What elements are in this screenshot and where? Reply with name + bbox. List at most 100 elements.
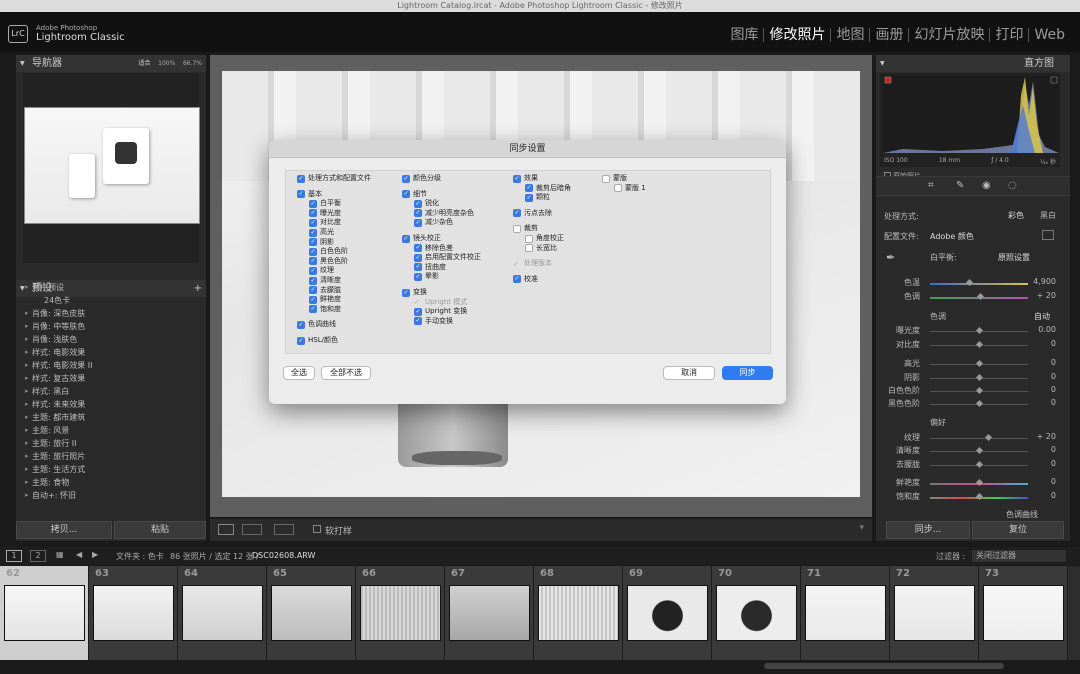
sync-option-col3-8[interactable]: ✓ 校准: [513, 275, 538, 284]
sync-option-col3-3[interactable]: ✓ 污点去除: [513, 209, 552, 218]
sync-option-col1-7[interactable]: ✓ 白色色阶: [309, 247, 348, 256]
slider-knob[interactable]: [975, 386, 983, 395]
checkbox-icon[interactable]: ✓: [309, 247, 317, 256]
filmstrip-cell[interactable]: 70: [712, 566, 801, 660]
filmstrip-cell[interactable]: 71: [801, 566, 890, 660]
slider-row[interactable]: 去朦胧 0: [876, 459, 1066, 472]
checkbox-icon[interactable]: [525, 244, 533, 253]
slider-knob[interactable]: [975, 373, 983, 382]
filmstrip-cell[interactable]: 66: [356, 566, 445, 660]
filmstrip-cell[interactable]: 69: [623, 566, 712, 660]
preset-item[interactable]: 主题: 食物: [16, 476, 206, 489]
preset-item[interactable]: 肖像: 中等肤色: [16, 320, 206, 333]
filmstrip-cell[interactable]: 73: [979, 566, 1068, 660]
filmstrip-cell[interactable]: 68: [534, 566, 623, 660]
slider-knob[interactable]: [975, 399, 983, 408]
sync-option-col2-4[interactable]: ✓ 减少杂色: [414, 218, 453, 227]
checkbox-icon[interactable]: ✓: [414, 244, 422, 253]
filmstrip-cell[interactable]: 72: [890, 566, 979, 660]
filter-dropdown[interactable]: 关闭过滤器: [972, 550, 1066, 562]
preset-item[interactable]: 24色卡: [16, 294, 206, 307]
module-tab-6[interactable]: Web: [1029, 28, 1070, 42]
filmstrip-thumbnail[interactable]: [4, 585, 85, 641]
sync-option-col2-5[interactable]: ✓ 镜头校正: [402, 234, 441, 243]
checkbox-icon[interactable]: ✓: [525, 184, 533, 193]
preset-item[interactable]: 主题: 旅行 II: [16, 437, 206, 450]
checkbox-icon[interactable]: ✓: [414, 218, 422, 227]
module-tab-1[interactable]: 修改照片: [764, 28, 832, 42]
slider-value[interactable]: 0: [1051, 358, 1056, 367]
sync-option-col1-9[interactable]: ✓ 纹理: [309, 266, 334, 275]
sync-option-col3-7[interactable]: ✓ 处理版本: [513, 259, 552, 268]
before-after-split-icon[interactable]: [274, 524, 294, 535]
checkbox-icon[interactable]: ✓: [309, 266, 317, 275]
slider-row[interactable]: 色温 4,900: [876, 277, 1066, 290]
checkbox-icon[interactable]: [614, 184, 622, 193]
slider-track[interactable]: [930, 438, 1028, 439]
checkbox-icon[interactable]: ✓: [297, 174, 305, 183]
module-tab-3[interactable]: 画册: [870, 28, 910, 42]
current-file[interactable]: DSC02608.ARW: [252, 551, 315, 560]
checkbox-icon[interactable]: ✓: [513, 275, 521, 284]
preset-item[interactable]: 主题: 风景: [16, 424, 206, 437]
checkbox-icon[interactable]: ✓: [414, 307, 422, 316]
filmstrip-scrollbar[interactable]: [0, 660, 1080, 674]
before-after-icon[interactable]: [242, 524, 262, 535]
sync-option-col1-4[interactable]: ✓ 对比度: [309, 218, 341, 227]
sync-option-col1-10[interactable]: ✓ 清晰度: [309, 276, 341, 285]
sync-option-col2-7[interactable]: ✓ 启用配置文件校正: [414, 253, 481, 262]
sync-option-col1-1[interactable]: ✓ 基本: [297, 190, 322, 199]
checkbox-icon[interactable]: [602, 174, 610, 183]
slider-row[interactable]: 曝光度 0.00: [876, 325, 1066, 338]
filmstrip-thumbnail[interactable]: [716, 585, 797, 641]
filmstrip-thumbnail[interactable]: [805, 585, 886, 641]
sync-option-col2-8[interactable]: ✓ 扭曲度: [414, 263, 446, 272]
checkbox-icon[interactable]: ✓: [414, 272, 422, 281]
sync-option-col1-14[interactable]: ✓ 色调曲线: [297, 320, 336, 329]
slider-row[interactable]: 白色色阶 0: [876, 385, 1066, 398]
checkbox-icon[interactable]: ✓: [525, 193, 533, 202]
preset-item[interactable]: 样式: 黑白: [16, 385, 206, 398]
sync-option-col1-0[interactable]: ✓ 处理方式和配置文件: [297, 174, 371, 183]
slider-knob[interactable]: [975, 359, 983, 368]
preset-item[interactable]: 样式: 复古效果: [16, 372, 206, 385]
sync-option-col1-6[interactable]: ✓ 阴影: [309, 238, 334, 247]
checkbox-icon[interactable]: ✓: [297, 190, 305, 199]
sync-option-col1-12[interactable]: ✓ 鲜艳度: [309, 295, 341, 304]
cancel-button[interactable]: 取消: [663, 366, 715, 380]
slider-value[interactable]: + 20: [1037, 291, 1056, 300]
slider-row[interactable]: 清晰度 0: [876, 445, 1066, 458]
slider-value[interactable]: 0: [1051, 491, 1056, 500]
slider-value[interactable]: 0: [1051, 385, 1056, 394]
slider-knob[interactable]: [985, 433, 993, 442]
preset-item[interactable]: 主题: 生活方式: [16, 463, 206, 476]
sync-option-col1-13[interactable]: ✓ 饱和度: [309, 305, 341, 314]
checkbox-icon[interactable]: ✓: [309, 209, 317, 218]
checkbox-icon[interactable]: ✓: [414, 209, 422, 218]
sync-option-col1-11[interactable]: ✓ 去朦胧: [309, 286, 341, 295]
slider-track[interactable]: [930, 283, 1028, 285]
checkbox-icon[interactable]: ✓: [309, 199, 317, 208]
zoom-100[interactable]: 100%: [158, 60, 175, 67]
sync-option-col3-2[interactable]: ✓ 颗粒: [525, 193, 550, 202]
sync-option-col2-13[interactable]: ✓ 手动变换: [414, 317, 453, 326]
sync-option-col2-9[interactable]: ✓ 晕影: [414, 272, 439, 281]
preset-item[interactable]: 肖像: 浅肤色: [16, 333, 206, 346]
filmstrip-thumbnail[interactable]: [983, 585, 1064, 641]
sync-option-col1-2[interactable]: ✓ 白平衡: [309, 199, 341, 208]
sync-option-col1-3[interactable]: ✓ 曝光度: [309, 209, 341, 218]
filmstrip-cell[interactable]: 67: [445, 566, 534, 660]
filmstrip-thumbnail[interactable]: [627, 585, 708, 641]
filmstrip-thumbnail[interactable]: [538, 585, 619, 641]
checkbox-icon[interactable]: ✓: [513, 260, 521, 268]
sync-option-col2-6[interactable]: ✓ 移除色差: [414, 244, 453, 253]
slider-row[interactable]: 黑色色阶 0: [876, 398, 1066, 411]
preset-item[interactable]: 样式: 未来效果: [16, 398, 206, 411]
checkbox-icon[interactable]: ✓: [309, 257, 317, 266]
sync-option-col3-1[interactable]: ✓ 裁剪后暗角: [525, 184, 571, 193]
sync-settings-button[interactable]: 同步...: [886, 521, 970, 539]
checkbox-icon[interactable]: ✓: [309, 218, 317, 227]
sync-option-col4-0[interactable]: 蒙版: [602, 174, 627, 183]
slider-knob[interactable]: [975, 460, 983, 469]
module-tab-2[interactable]: 地图: [831, 28, 871, 42]
